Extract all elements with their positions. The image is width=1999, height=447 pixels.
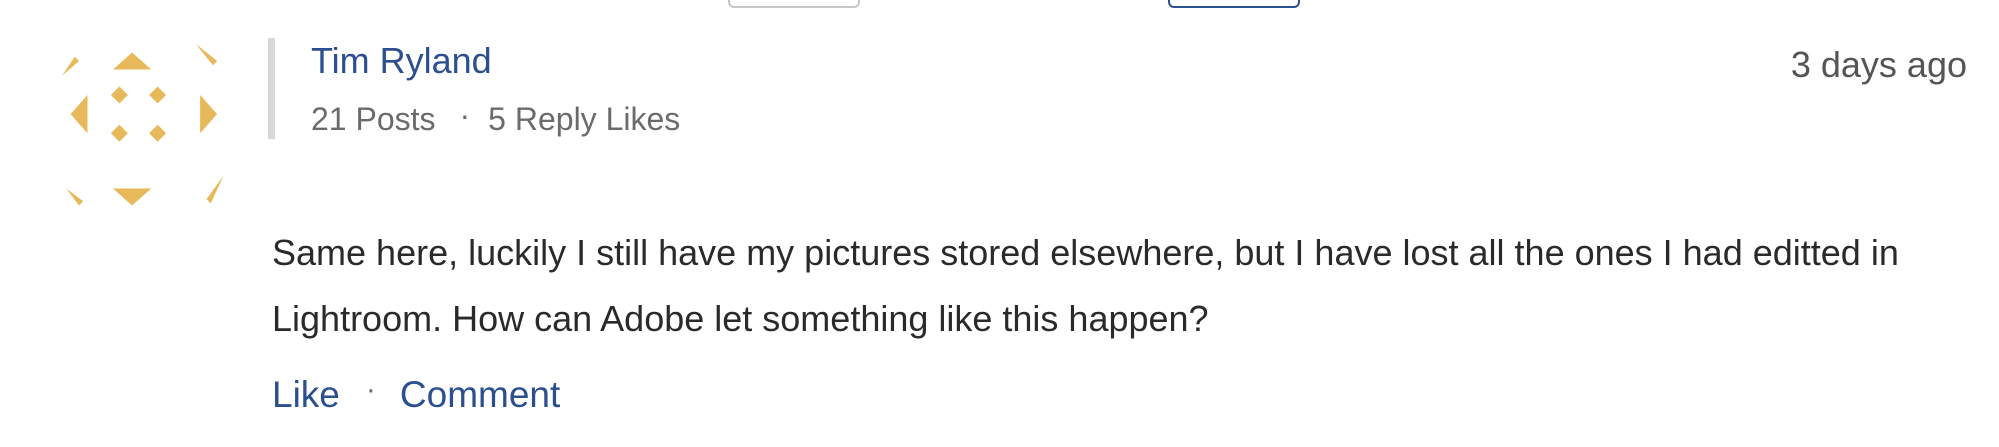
author-post-count: 21 Posts [311,101,436,137]
author-meta-divider [268,38,275,139]
author-reply-likes: 5 Reply Likes [488,101,681,137]
author-name-link[interactable]: Tim Ryland [311,38,492,84]
comment-body: Same here, luckily I still have my pictu… [272,232,1899,339]
actions-separator: · [365,373,376,406]
stats-separator: · [459,97,471,133]
comment-actions: Like · Comment [272,372,560,421]
author-stats: 21 Posts · 5 Reply Likes [311,97,681,140]
geometric-avatar-icon [62,44,224,206]
author-avatar[interactable] [62,44,232,214]
top-primary-button[interactable] [1168,0,1300,8]
comment-button[interactable]: Comment [400,374,560,415]
top-secondary-button[interactable] [728,0,860,8]
like-button[interactable]: Like [272,374,340,415]
post-timestamp: 3 days ago [1790,44,1967,85]
